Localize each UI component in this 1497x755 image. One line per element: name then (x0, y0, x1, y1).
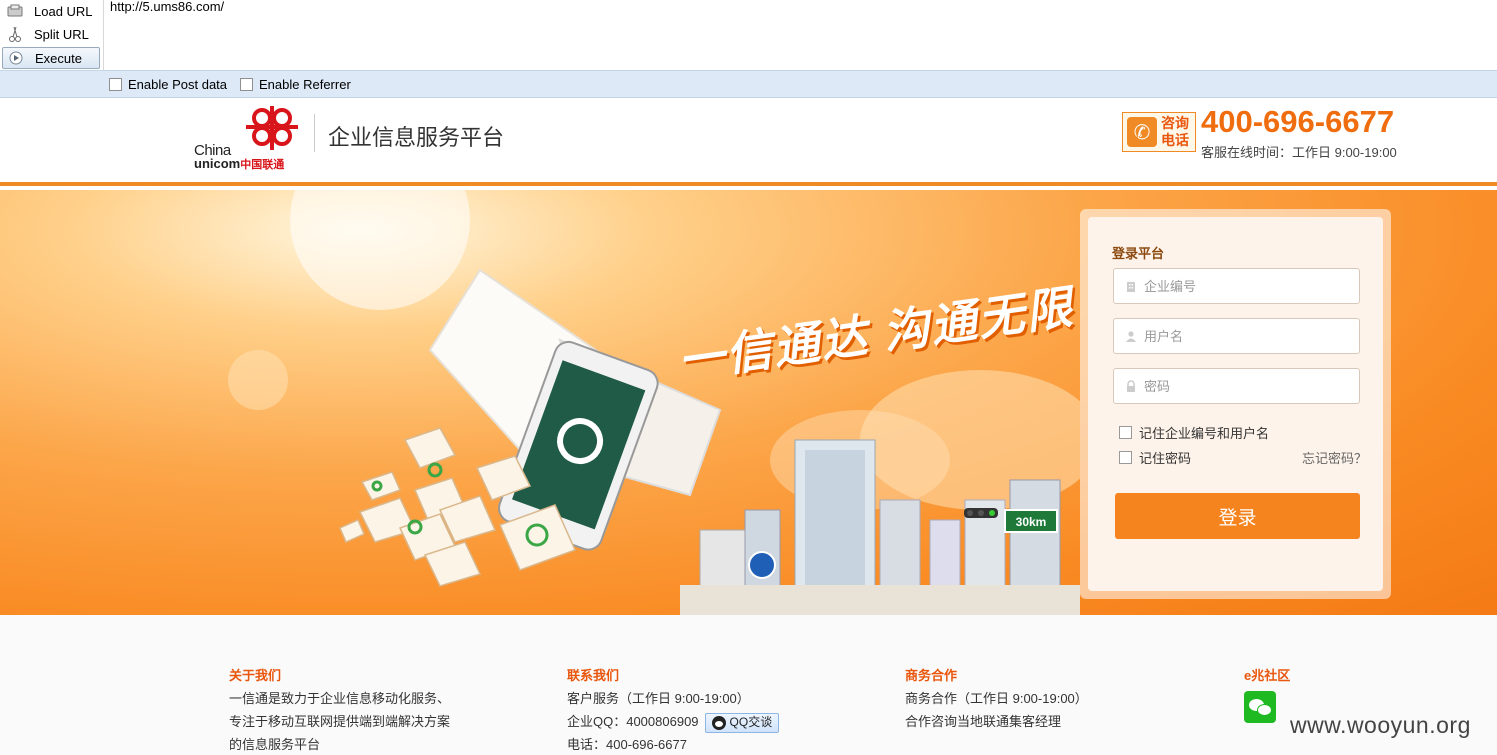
enable-post-checkbox[interactable]: Enable Post data (109, 77, 227, 92)
checkbox-box[interactable] (1119, 426, 1132, 439)
username-field[interactable] (1113, 318, 1360, 354)
scissors-icon (6, 25, 24, 43)
hotline-tag-line1: 咨询 (1161, 115, 1189, 131)
login-panel: 登录平台 记住企业编号和用户名 记住密码 忘记密码？ (1080, 209, 1391, 599)
remember-password-checkbox[interactable]: 记住密码 (1119, 448, 1191, 467)
password-field[interactable] (1113, 368, 1360, 404)
user-icon (1124, 329, 1138, 343)
login-button[interactable]: 登录 (1115, 493, 1360, 539)
username-input[interactable] (1144, 328, 1344, 344)
password-input[interactable] (1144, 378, 1344, 394)
enable-referrer-checkbox[interactable]: Enable Referrer (240, 77, 351, 92)
page-title: 企业信息服务平台 (328, 125, 505, 150)
footer-about: 关于我们 一信通是致力于企业信息移动化服务、 专注于移动互联网提供端到端解决方案… (229, 664, 450, 755)
url-text: http://5.ums86.com/ (110, 0, 225, 14)
load-url-label: Load URL (34, 3, 93, 19)
checkbox-box[interactable] (109, 78, 122, 91)
remember-password-label: 记住密码 (1139, 451, 1192, 466)
footer-business-contact: 合作咨询当地联通集客经理 (905, 714, 1062, 729)
footer-service-hours: 客户服务（工作日 9:00-19:00） (567, 691, 750, 706)
load-url-button[interactable]: Load URL (2, 0, 100, 22)
remember-corp-checkbox[interactable]: 记住企业编号和用户名 (1119, 423, 1269, 442)
wechat-icon[interactable] (1244, 691, 1276, 723)
checkbox-box[interactable] (1119, 451, 1132, 464)
remember-corp-label: 记住企业编号和用户名 (1139, 426, 1270, 441)
footer-about-title: 关于我们 (229, 668, 282, 683)
footer-qq-number: 企业QQ：4000806909 (567, 714, 699, 729)
wooyun-watermark: www.wooyun.org (1290, 712, 1471, 738)
forgot-password-link[interactable]: 忘记密码？ (1302, 448, 1367, 467)
footer-about-line: 专注于移动互联网提供端到端解决方案 (229, 714, 451, 729)
execute-button[interactable]: Execute (2, 47, 100, 69)
url-textarea[interactable]: http://5.ums86.com/ (104, 0, 1497, 70)
split-url-button[interactable]: Split URL (2, 23, 100, 45)
split-url-label: Split URL (34, 26, 89, 42)
corp-id-input[interactable] (1144, 278, 1344, 294)
footer-about-line: 一信通是致力于企业信息移动化服务、 (229, 691, 451, 706)
play-icon (7, 49, 25, 67)
qq-chat-button[interactable]: QQ交谈 (704, 712, 780, 733)
logo-unicom-text: unicom中国联通 (194, 156, 284, 172)
hackbar-toolbar: Load URL Split URL Execute http://5.ums8… (0, 0, 1497, 98)
hackbar-options-bar: Enable Post data Enable Referrer (0, 70, 1497, 98)
hotline-tag-line2: 电话 (1161, 132, 1189, 148)
phone-icon: ✆ (1127, 117, 1157, 147)
footer-contact: 联系我们 客户服务（工作日 9:00-19:00） 企业QQ：400080690… (567, 664, 780, 755)
enable-post-label: Enable Post data (128, 77, 228, 92)
footer-qq-row: 企业QQ：4000806909 QQ交谈 (567, 710, 780, 733)
corp-id-field[interactable] (1113, 268, 1360, 304)
qq-penguin-icon (711, 715, 726, 730)
hotline-badge: ✆ 咨询 电话 (1122, 112, 1196, 152)
banner-illustration: 30km (228, 190, 1080, 615)
footer-business: 商务合作 商务合作（工作日 9:00-19:00） 合作咨询当地联通集客经理 (905, 664, 1088, 733)
china-unicom-logo[interactable]: China unicom中国联通 (192, 104, 302, 171)
checkbox-box[interactable] (240, 78, 253, 91)
logo-divider (314, 114, 315, 152)
footer-phone: 电话：400-696-6677 (567, 737, 687, 752)
footer-business-hours: 商务合作（工作日 9:00-19:00） (905, 691, 1088, 706)
load-url-icon (6, 2, 24, 20)
execute-label: Execute (35, 50, 82, 66)
enable-referrer-label: Enable Referrer (259, 77, 351, 92)
road-sign-text: 30km (1016, 515, 1047, 529)
building-icon (1124, 279, 1138, 293)
site-header: China unicom中国联通 企业信息服务平台 ✆ 咨询 电话 400-696… (0, 98, 1497, 186)
hotline-tag: 咨询 电话 (1161, 115, 1189, 149)
footer-community: e兆社区 (1244, 664, 1290, 723)
logo-unicom-word: unicom (194, 156, 241, 171)
hotline-hours: 客服在线时间：工作日 9:00-19:00 (1201, 145, 1397, 160)
lock-icon (1124, 379, 1138, 393)
site-footer: 关于我们 一信通是致力于企业信息移动化服务、 专注于移动互联网提供端到端解决方案… (0, 615, 1497, 755)
hotline-number: 400-696-6677 (1201, 104, 1395, 139)
unicom-knot-icon (246, 106, 298, 150)
footer-about-line: 的信息服务平台 (229, 737, 321, 752)
qq-chat-label: QQ交谈 (729, 715, 773, 730)
logo-cn-text: 中国联通 (240, 159, 285, 171)
footer-contact-title: 联系我们 (567, 668, 620, 683)
login-form: 登录平台 记住企业编号和用户名 记住密码 忘记密码？ (1088, 217, 1383, 591)
footer-community-title: e兆社区 (1244, 668, 1291, 683)
footer-business-title: 商务合作 (905, 668, 958, 683)
login-title: 登录平台 (1112, 246, 1165, 261)
